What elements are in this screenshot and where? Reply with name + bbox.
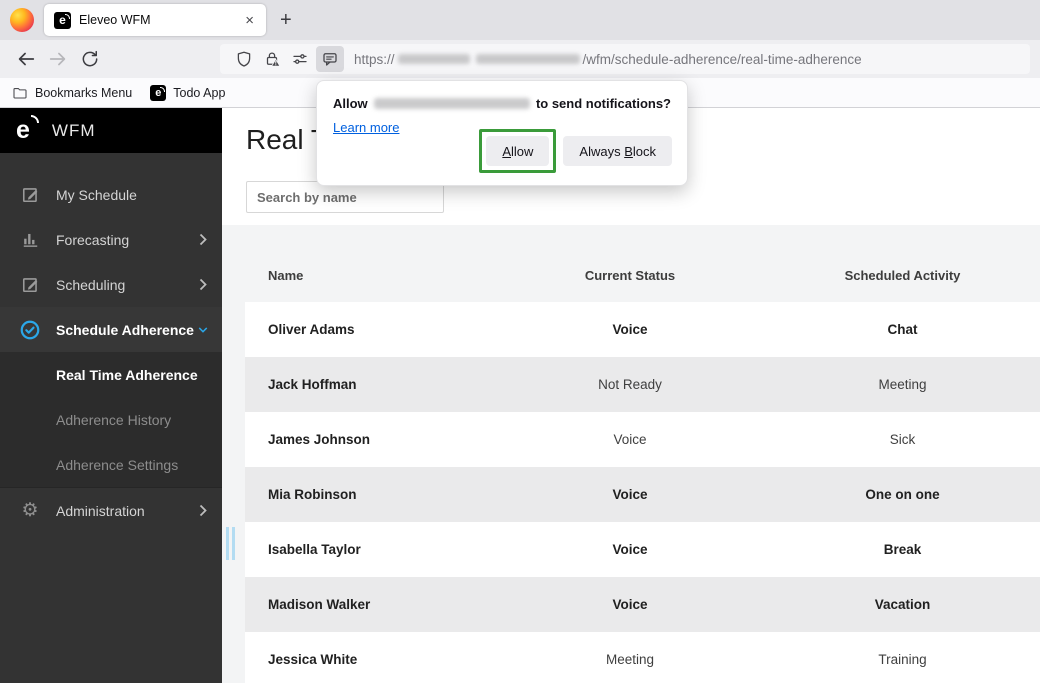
table-row[interactable]: Jessica White Meeting Training — [245, 632, 1040, 683]
cell-scheduled-activity: Training — [878, 652, 927, 667]
adherence-table: Name Current Status Scheduled Activity O… — [222, 225, 1040, 683]
column-header-scheduled-activity: Scheduled Activity — [844, 267, 961, 283]
folder-icon — [13, 87, 27, 99]
table-row[interactable]: Isabella Taylor Voice Break — [245, 522, 1040, 577]
new-tab-button[interactable]: + — [280, 9, 292, 32]
notification-permission-popup: Allow to send notifications? Learn more … — [316, 80, 688, 186]
cell-scheduled-activity: Vacation — [874, 597, 931, 612]
popup-message: Allow to send notifications? — [333, 96, 671, 111]
browser-tab-bar: e Eleveo WFM × + — [0, 0, 1040, 40]
cell-name: Isabella Taylor — [268, 542, 361, 557]
allow-button[interactable]: Allow — [486, 136, 550, 166]
firefox-logo-icon — [10, 8, 34, 32]
sidebar-item-my-schedule[interactable]: My Schedule — [0, 172, 222, 217]
notification-bubble-icon[interactable] — [316, 46, 344, 72]
sidebar-item-scheduling[interactable]: Scheduling — [0, 262, 222, 307]
browser-nav-bar: https:// /wfm/schedule-adherence/real-ti… — [0, 40, 1040, 78]
sidebar: e WFM My Schedule Forecasting Scheduling… — [0, 108, 222, 683]
url-redacted-domain-2 — [475, 54, 580, 64]
bookmark-todo-app[interactable]: e Todo App — [150, 84, 226, 101]
popup-buttons: Allow Always Block — [479, 129, 672, 173]
brand-title: WFM — [51, 120, 96, 140]
bookmark-label: Bookmarks Menu — [35, 85, 133, 100]
cell-current-status: Voice — [612, 597, 648, 612]
always-block-button[interactable]: Always Block — [563, 136, 672, 166]
cell-scheduled-activity: Sick — [889, 432, 916, 447]
sidebar-item-adherence-settings[interactable]: Adherence Settings — [0, 442, 222, 487]
eleveo-logo-icon: e — [16, 115, 39, 143]
brand-header: e WFM — [0, 108, 222, 153]
column-header-name: Name — [268, 267, 304, 283]
sidebar-item-administration[interactable]: ⚙ Administration — [0, 488, 222, 533]
cell-current-status: Voice — [612, 487, 648, 502]
sidebar-menu: My Schedule Forecasting Scheduling Sched… — [0, 153, 222, 533]
forward-button[interactable] — [42, 44, 74, 74]
table-row[interactable]: Jack Hoffman Not Ready Meeting — [245, 357, 1040, 412]
table-row[interactable]: James Johnson Voice Sick — [245, 412, 1040, 467]
cell-current-status: Not Ready — [598, 377, 662, 392]
chevron-right-icon — [198, 504, 208, 517]
todo-app-favicon-icon: e — [150, 84, 167, 101]
chevron-down-icon — [198, 326, 208, 334]
bookmark-label: Todo App — [173, 85, 226, 100]
back-button[interactable] — [10, 44, 42, 74]
cell-name: Mia Robinson — [268, 487, 357, 502]
url-scheme: https:// — [354, 51, 395, 67]
cell-name: Madison Walker — [268, 597, 371, 612]
sidebar-item-adherence-history[interactable]: Adherence History — [0, 397, 222, 442]
table-row[interactable]: Mia Robinson Voice One on one — [245, 467, 1040, 522]
cell-current-status: Voice — [612, 542, 648, 557]
table-header: Name Current Status Scheduled Activity — [245, 251, 1040, 299]
bookmarks-menu-item[interactable]: Bookmarks Menu — [12, 85, 132, 101]
gear-icon: ⚙ — [21, 500, 39, 521]
redacted-site-name — [373, 98, 530, 109]
table-row[interactable]: Oliver Adams Voice Chat — [245, 302, 1040, 357]
cell-name: Jack Hoffman — [268, 377, 357, 392]
permissions-icon[interactable] — [286, 46, 314, 72]
edit-icon — [18, 185, 42, 204]
check-circle-icon — [18, 319, 42, 341]
cell-scheduled-activity: Break — [883, 542, 922, 557]
tab-close-icon[interactable]: × — [241, 12, 258, 29]
url-redacted-domain — [397, 54, 470, 64]
shield-icon[interactable] — [230, 46, 258, 72]
browser-tab[interactable]: e Eleveo WFM × — [44, 4, 266, 36]
cell-name: Jessica White — [268, 652, 358, 667]
url-text: https:// /wfm/schedule-adherence/real-ti… — [354, 52, 862, 67]
main-content: Real Time Adherence Name Current Status … — [222, 108, 1040, 683]
sidebar-item-real-time-adherence[interactable]: Real Time Adherence — [0, 352, 222, 397]
cell-current-status: Voice — [612, 322, 648, 337]
cell-name: James Johnson — [268, 432, 371, 447]
edit-icon — [18, 275, 42, 294]
cell-current-status: Voice — [613, 432, 647, 447]
sidebar-resize-handle[interactable] — [226, 527, 235, 560]
learn-more-link[interactable]: Learn more — [333, 120, 399, 135]
cell-scheduled-activity: Chat — [887, 322, 918, 337]
table-row[interactable]: Madison Walker Voice Vacation — [245, 577, 1040, 632]
bar-chart-icon — [18, 230, 42, 249]
cell-name: Oliver Adams — [268, 322, 355, 337]
allow-button-highlight: Allow — [479, 129, 557, 173]
url-bar[interactable]: https:// /wfm/schedule-adherence/real-ti… — [220, 44, 1030, 74]
schedule-adherence-submenu: Real Time Adherence Adherence History Ad… — [0, 352, 222, 488]
cell-scheduled-activity: One on one — [865, 487, 940, 502]
cell-scheduled-activity: Meeting — [878, 377, 927, 392]
chevron-right-icon — [198, 278, 208, 291]
tab-title: Eleveo WFM — [79, 13, 151, 27]
sidebar-item-schedule-adherence[interactable]: Schedule Adherence — [0, 307, 222, 352]
url-path: /wfm/schedule-adherence/real-time-adhere… — [582, 51, 862, 67]
reload-button[interactable] — [74, 44, 106, 74]
chevron-right-icon — [198, 233, 208, 246]
lock-warning-icon[interactable] — [258, 46, 286, 72]
table-body: Oliver Adams Voice Chat Jack Hoffman Not… — [222, 302, 1040, 683]
eleveo-favicon-icon: e — [54, 11, 71, 29]
cell-current-status: Meeting — [605, 652, 655, 667]
sidebar-item-forecasting[interactable]: Forecasting — [0, 217, 222, 262]
column-header-current-status: Current Status — [584, 267, 676, 283]
